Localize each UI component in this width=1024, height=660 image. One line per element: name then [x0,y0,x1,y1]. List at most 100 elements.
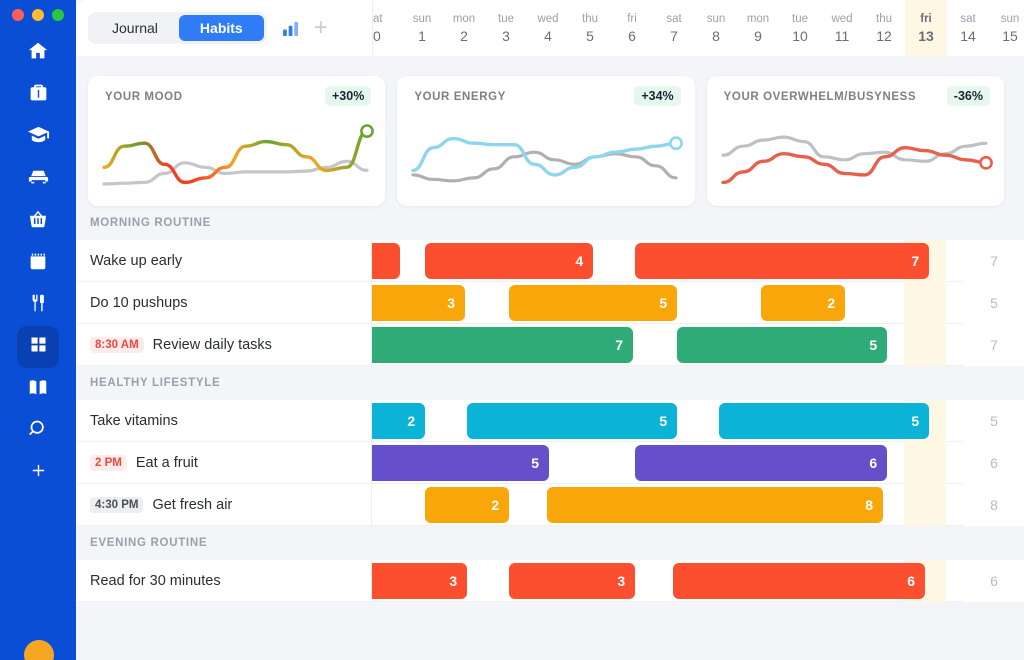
date-dow: fri [920,12,932,25]
metric-card[interactable]: YOUR ENERGY +34% [397,76,695,206]
habit-time-badge: 2 PM [90,454,127,471]
date-column-wed-11[interactable]: wed 11 [821,0,863,56]
habit-label-cell: Do 10 pushups [76,282,372,323]
minimize-window-button[interactable] [32,9,44,21]
habit-track[interactable]: 2 5 5 5 [358,400,1024,442]
sidebar-item-food[interactable] [17,284,59,326]
date-dow: sun [706,12,726,25]
habit-bar-count: 6 [907,573,915,589]
metric-card[interactable]: YOUR MOOD +30% [88,76,386,206]
habit-bar-count: 2 [407,413,416,429]
habit-row[interactable]: Wake up early 4 7 7 [76,240,1024,282]
habit-groups: MORNING ROUTINE Wake up early 4 7 7 Do 10 pus… [76,206,1024,602]
habit-bar[interactable]: 3 [358,285,466,321]
sidebar-item-habits[interactable] [17,326,59,368]
date-column-sun-15[interactable]: sun 15 [989,0,1024,56]
date-column-sun-8[interactable]: sun 8 [695,0,737,56]
date-column-at-0[interactable]: at 0 [373,0,401,56]
date-column-mon-2[interactable]: mon 2 [443,0,485,56]
habit-bar[interactable]: 3 [358,563,468,599]
date-column-thu-5[interactable]: thu 5 [569,0,611,56]
maximize-window-button[interactable] [52,9,64,21]
sidebar-item-add[interactable] [17,452,59,494]
habit-group-title: EVENING ROUTINE [76,526,1024,560]
sidebar-item-calendar[interactable] [17,242,59,284]
habit-group-title: MORNING ROUTINE [76,206,1024,240]
search-icon [28,418,49,444]
habit-bar[interactable]: 5 [719,403,930,439]
metric-sparkline [88,106,385,206]
date-column-sat-7[interactable]: sat 7 [653,0,695,56]
date-column-sun-1[interactable]: sun 1 [401,0,443,56]
sidebar-item-work[interactable] [17,74,59,116]
habit-row[interactable]: Do 10 pushups 3 5 2 5 [76,282,1024,324]
bar-chart-icon[interactable] [282,21,300,36]
habit-bar[interactable]: 5 [467,403,678,439]
metric-sparkline [707,106,1004,206]
habit-bar[interactable]: 4 [425,243,594,279]
date-column-thu-12[interactable]: thu 12 [863,0,905,56]
tab-habits[interactable]: Habits [178,15,264,41]
habit-label-cell: Wake up early [76,240,372,281]
date-dow: thu [582,12,598,25]
sidebar-item-shopping[interactable] [17,200,59,242]
close-window-button[interactable] [12,9,24,21]
habit-bar[interactable]: 7 [358,327,634,363]
date-column-tue-10[interactable]: tue 10 [779,0,821,56]
date-column-fri-6[interactable]: fri 6 [611,0,653,56]
habit-track[interactable]: 3 3 6 6 [358,560,1024,602]
date-dow: tue [792,12,808,25]
add-habit-button[interactable]: + [314,16,328,40]
metric-card-title: YOUR MOOD [105,91,183,103]
habit-name: Get fresh air [152,496,233,513]
date-column-tue-3[interactable]: tue 3 [485,0,527,56]
habit-row[interactable]: Read for 30 minutes 3 3 6 6 [76,560,1024,602]
habit-bar[interactable]: 2 [761,285,846,321]
date-column-sat-14[interactable]: sat 14 [947,0,989,56]
sidebar-item-education[interactable] [17,116,59,158]
date-column-fri-13[interactable]: fri 13 [905,0,947,56]
habit-row[interactable]: 2 PM Eat a fruit 5 6 6 [76,442,1024,484]
date-dow: tue [498,12,514,25]
date-number: 14 [960,27,976,44]
sidebar-item-transport[interactable] [17,158,59,200]
date-dow: sat [960,12,976,25]
habit-bar-count: 3 [449,573,458,589]
habit-name: Read for 30 minutes [90,572,221,589]
sidebar-item-home[interactable] [17,32,59,74]
plus-icon [30,462,47,484]
tab-journal[interactable]: Journal [91,15,179,41]
date-dow: mon [746,12,770,25]
habit-bar[interactable]: 2 [425,487,510,523]
metric-card-title: YOUR ENERGY [414,91,506,103]
habit-bar[interactable]: 7 [635,243,930,279]
metric-card[interactable]: YOUR OVERWHELM/BUSYNESS -36% [706,76,1004,206]
habit-row[interactable]: 4:30 PM Get fresh air 2 8 8 [76,484,1024,526]
date-column-wed-4[interactable]: wed 4 [527,0,569,56]
metric-cards: YOUR MOOD +30% YOUR ENERGY +34% YOUR OVERWHE… [76,56,1024,206]
sidebar-item-journal[interactable] [17,368,59,410]
date-number: 1 [418,27,426,44]
habit-bar-count: 5 [659,413,668,429]
habit-bar[interactable]: 6 [673,563,925,599]
habit-row[interactable]: Take vitamins 2 5 5 5 [76,400,1024,442]
habit-bar[interactable]: 5 [677,327,888,363]
habit-track[interactable]: 7 5 7 [358,324,1024,366]
habit-bar[interactable]: 8 [547,487,883,523]
habit-bar[interactable]: 5 [358,445,550,481]
habit-bar[interactable]: 3 [509,563,636,599]
sidebar-item-search[interactable] [17,410,59,452]
habit-row[interactable]: 8:30 AM Review daily tasks 7 5 7 [76,324,1024,366]
habit-bar[interactable]: 6 [635,445,888,481]
habit-name: Review daily tasks [152,336,272,353]
habit-track[interactable]: 5 6 6 [358,442,1024,484]
habit-bar-count: 2 [491,497,500,513]
date-dow: wed [537,12,559,25]
avatar[interactable] [24,640,54,660]
habit-track[interactable]: 3 5 2 5 [358,282,1024,324]
date-column-mon-9[interactable]: mon 9 [737,0,779,56]
habit-bar[interactable]: 5 [509,285,678,321]
habit-track[interactable]: 4 7 7 [358,240,1024,282]
habit-track[interactable]: 2 8 8 [372,484,1024,526]
date-number: 2 [460,27,468,44]
